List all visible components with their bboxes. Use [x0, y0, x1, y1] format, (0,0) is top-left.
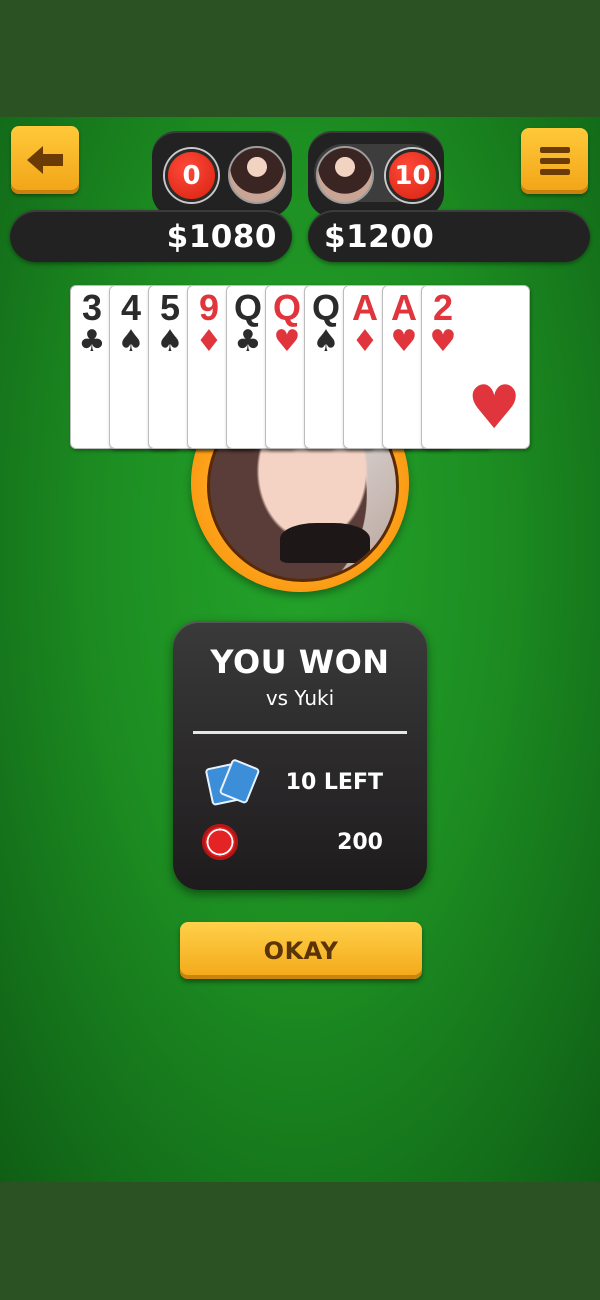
menu-button[interactable]	[521, 128, 588, 194]
cards-left-count: 10 LEFT	[285, 770, 383, 795]
card-center-suit-icon: ♥	[467, 373, 521, 443]
card-suit-icon: ♦	[351, 324, 379, 359]
card-rank: Q	[311, 287, 340, 328]
opponent-money: $1200	[324, 219, 435, 255]
card-rank: Q	[233, 287, 262, 328]
playing-card[interactable]: 2 ♥ ♥	[421, 285, 530, 449]
card-suit-icon: ♠	[312, 324, 340, 359]
card-suit-icon: ♥	[390, 324, 418, 359]
player-avatar	[228, 146, 286, 204]
card-suit-icon: ♥	[273, 324, 301, 359]
poker-chip-icon	[202, 824, 238, 860]
card-rank: 3	[81, 287, 103, 328]
chips-won-amount: 200	[337, 830, 383, 855]
okay-button[interactable]: OKAY	[180, 922, 422, 979]
card-suit-icon: ♠	[117, 324, 145, 359]
arrow-left-icon	[27, 146, 63, 174]
cards-icon	[205, 759, 260, 806]
result-title: YOU WON	[210, 643, 390, 681]
avatar-collar	[280, 523, 370, 563]
card-suit-icon: ♦	[195, 324, 223, 359]
card-suit-icon: ♣	[78, 324, 106, 359]
card-rank: 4	[120, 287, 142, 328]
card-rank: A	[391, 287, 417, 328]
back-button[interactable]	[11, 126, 79, 194]
opponent-avatar	[316, 146, 374, 204]
player-score-badge: 0	[165, 149, 218, 202]
card-suit-icon: ♠	[156, 324, 184, 359]
card-rank: A	[352, 287, 378, 328]
card-suit-icon: ♥	[429, 324, 457, 359]
card-rank: Q	[272, 287, 301, 328]
result-subtitle: vs Yuki	[265, 686, 335, 710]
card-suit-icon: ♣	[234, 324, 262, 359]
result-divider	[193, 731, 407, 734]
bottom-band	[0, 1182, 600, 1300]
opponent-score-badge: 10	[386, 149, 439, 202]
card-rank: 9	[198, 287, 220, 328]
hamburger-menu-icon	[539, 147, 570, 175]
card-rank: 2	[432, 287, 454, 328]
player-money: $1080	[166, 219, 277, 255]
card-rank: 5	[159, 287, 181, 328]
